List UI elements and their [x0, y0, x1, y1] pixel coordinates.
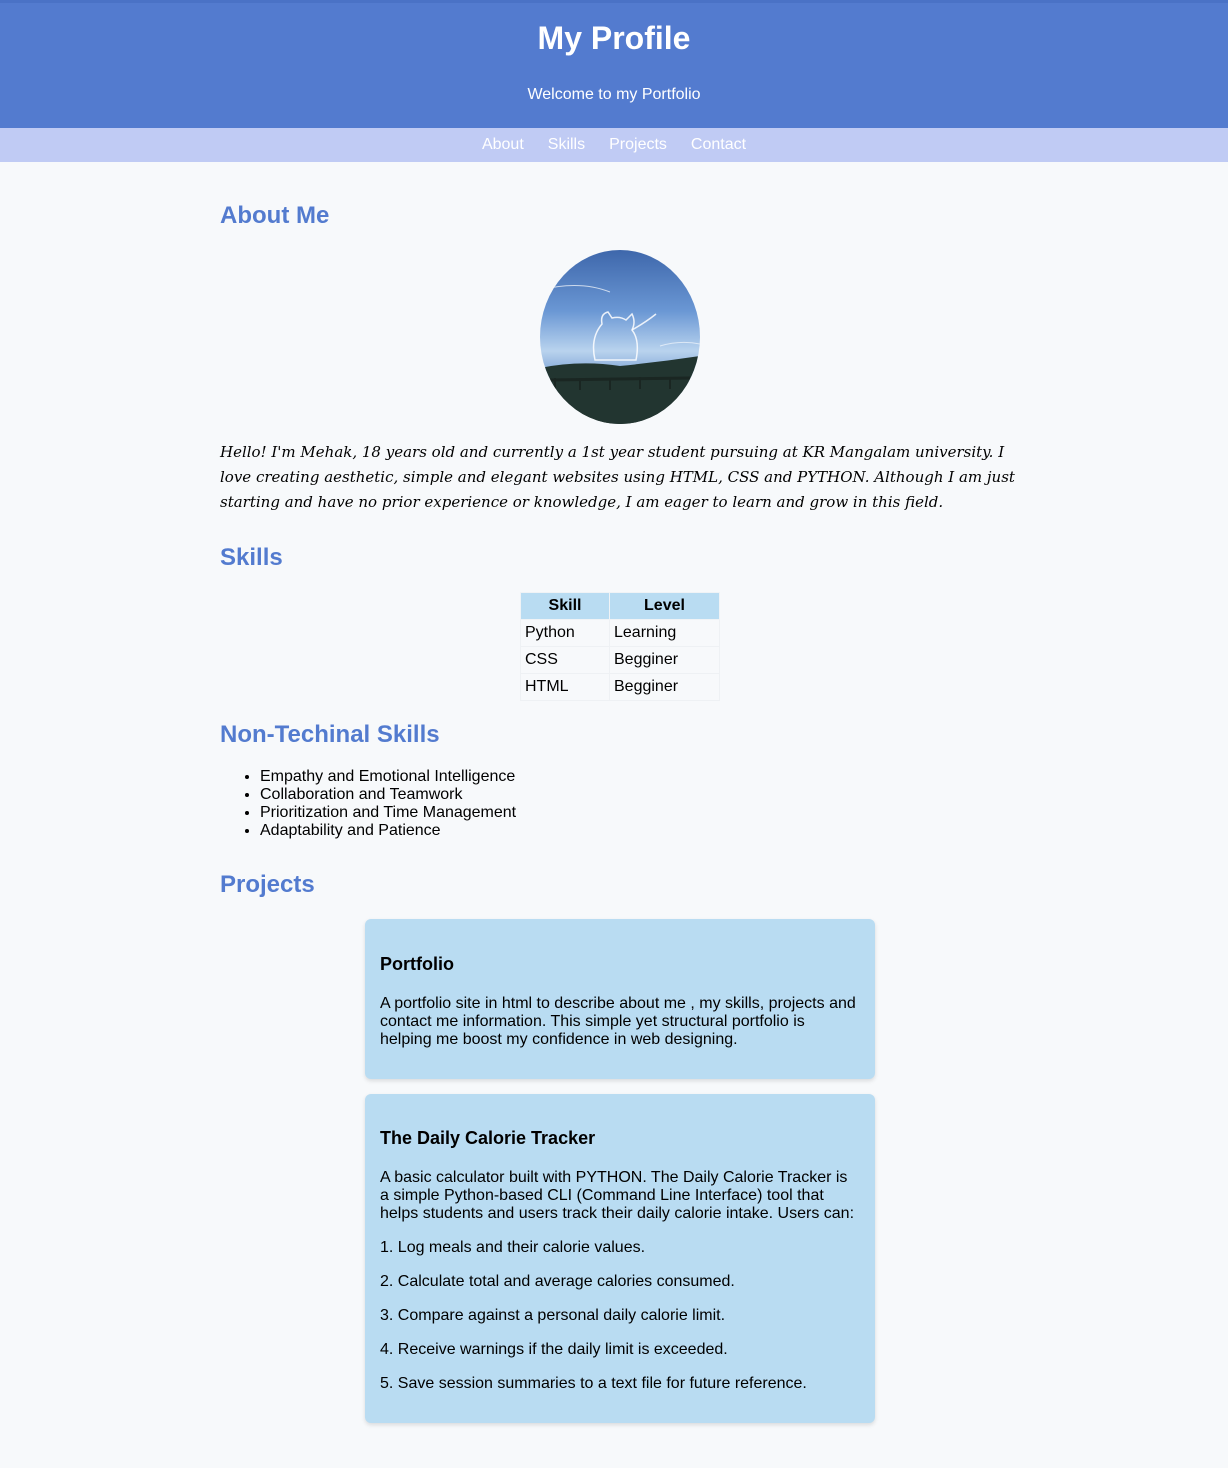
- about-bio: Hello! I'm Mehak, 18 years old and curre…: [220, 443, 1015, 511]
- about-heading: About Me: [220, 202, 330, 229]
- skills-heading: Skills: [220, 544, 283, 571]
- nav-link-about[interactable]: About: [482, 136, 524, 154]
- table-row: Python Learning: [520, 619, 720, 647]
- list-item: Collaboration and Teamwork: [260, 786, 516, 804]
- table-row: HTML Begginer: [520, 673, 720, 701]
- skill-level: Learning: [609, 619, 720, 647]
- skills-table: Skill Level Python Learning CSS Begginer…: [520, 592, 720, 701]
- column-header-skill: Skill: [520, 592, 610, 620]
- nav-link-projects[interactable]: Projects: [609, 136, 667, 154]
- project-description: A basic calculator built with PYTHON. Th…: [380, 1169, 855, 1222]
- nontech-list: Empathy and Emotional Intelligence Colla…: [260, 768, 516, 840]
- page-subtitle: Welcome to my Portfolio: [527, 86, 701, 103]
- nav-bar: About Skills Projects Contact: [0, 128, 1228, 162]
- project-title: The Daily Calorie Tracker: [380, 1128, 596, 1148]
- page-header: My Profile Welcome to my Portfolio: [0, 0, 1228, 128]
- project-step: 3. Compare against a personal daily calo…: [380, 1307, 726, 1324]
- project-card-portfolio: Portfolio A portfolio site in html to de…: [365, 919, 875, 1079]
- profile-photo-art-icon: [540, 284, 700, 424]
- table-header-row: Skill Level: [520, 592, 720, 620]
- project-description: A portfolio site in html to describe abo…: [380, 995, 856, 1048]
- project-step: 5. Save session summaries to a text file…: [380, 1375, 807, 1392]
- nav-link-contact[interactable]: Contact: [691, 136, 746, 154]
- nav-link-skills[interactable]: Skills: [548, 136, 585, 154]
- project-step: 4. Receive warnings if the daily limit i…: [380, 1341, 728, 1358]
- projects-heading: Projects: [220, 871, 315, 898]
- skill-level: Begginer: [609, 646, 720, 674]
- list-item: Adaptability and Patience: [260, 822, 516, 840]
- project-title: Portfolio: [380, 954, 454, 974]
- table-row: CSS Begginer: [520, 646, 720, 674]
- skill-name: HTML: [520, 673, 610, 701]
- project-step: 1. Log meals and their calorie values.: [380, 1239, 646, 1256]
- list-item: Prioritization and Time Management: [260, 804, 516, 822]
- column-header-level: Level: [609, 592, 720, 620]
- skill-level: Begginer: [609, 673, 720, 701]
- profile-photo-icon: [540, 250, 700, 424]
- nontech-heading: Non-Techinal Skills: [220, 721, 440, 748]
- project-card-calorie-tracker: The Daily Calorie Tracker A basic calcul…: [365, 1094, 875, 1423]
- project-step: 2. Calculate total and average calories …: [380, 1273, 735, 1290]
- skill-name: CSS: [520, 646, 610, 674]
- page-title: My Profile: [537, 20, 691, 56]
- list-item: Empathy and Emotional Intelligence: [260, 768, 516, 786]
- skill-name: Python: [520, 619, 610, 647]
